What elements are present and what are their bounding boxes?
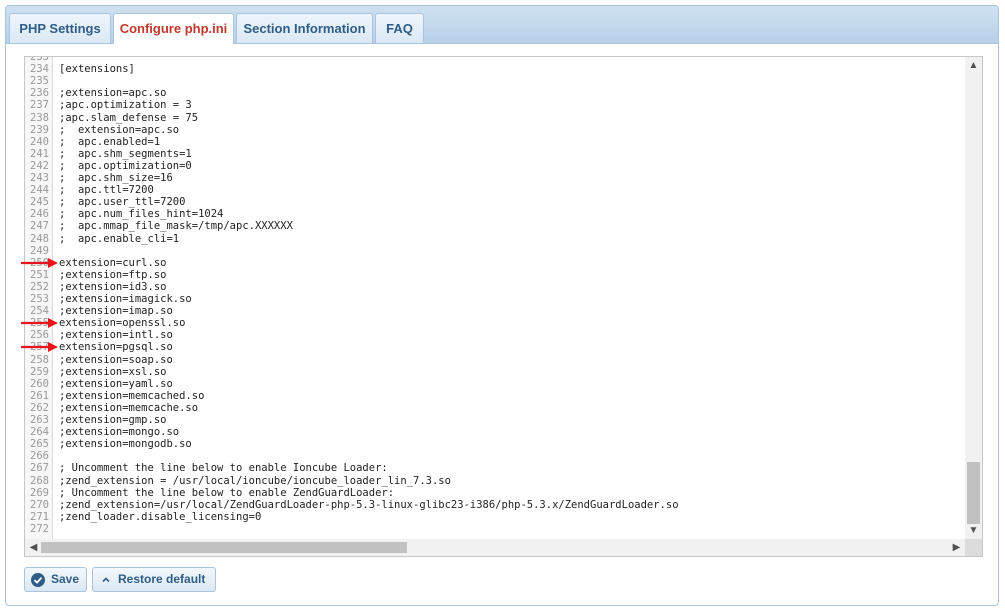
line-number: 262 xyxy=(30,401,49,414)
tab-configure-php-ini[interactable]: Configure php.ini xyxy=(113,13,234,44)
line-number: 266 xyxy=(30,450,49,463)
line-number: 233 xyxy=(30,56,49,63)
line-number: 242 xyxy=(30,159,49,172)
line-code: ;extension=memcached.so xyxy=(59,389,205,402)
line-code: ; apc.ttl=7200 xyxy=(59,184,154,197)
line-code: ; extension=apc.so xyxy=(59,123,180,136)
vertical-scroll-thumb[interactable] xyxy=(967,462,980,524)
scroll-up-icon[interactable]: ▲ xyxy=(965,57,982,74)
line-number: 258 xyxy=(30,353,49,366)
scroll-left-icon[interactable]: ◀ xyxy=(25,539,42,556)
red-arrow-icon xyxy=(21,318,58,328)
line-code: ;extension=xsl.so xyxy=(59,365,167,378)
line-code: ;extension=soap.so xyxy=(59,353,173,366)
save-button-label: Save xyxy=(51,572,80,586)
red-arrow-icon xyxy=(21,258,58,268)
save-button[interactable]: Save xyxy=(24,567,87,592)
line-number: 252 xyxy=(30,280,49,293)
line-code: ; apc.enabled=1 xyxy=(59,135,161,148)
vertical-scrollbar[interactable]: ▲ ▼ xyxy=(965,57,982,539)
line-code: ; apc.enable_cli=1 xyxy=(59,232,180,245)
line-code: ;extension=intl.so xyxy=(59,329,173,342)
line-number: 236 xyxy=(30,87,49,100)
horizontal-scrollbar[interactable]: ◀ ▶ xyxy=(25,539,965,556)
line-number: 243 xyxy=(30,172,49,184)
line-number: 240 xyxy=(30,135,49,148)
line-number: 253 xyxy=(30,293,49,305)
chevron-up-icon xyxy=(102,577,110,583)
line-number: 264 xyxy=(30,426,49,439)
line-number: 249 xyxy=(30,244,49,257)
line-number: 267 xyxy=(30,462,49,475)
horizontal-scroll-thumb[interactable] xyxy=(41,542,407,553)
tab-php-settings[interactable]: PHP Settings xyxy=(9,13,111,43)
line-code: ;apc.slam_defense = 75 xyxy=(59,111,199,124)
line-number: 254 xyxy=(30,305,49,318)
line-number: 260 xyxy=(30,377,49,390)
tab-faq[interactable]: FAQ xyxy=(375,13,424,43)
php-config-panel: PHP Settings Configure php.ini Section I… xyxy=(5,5,999,606)
line-code: extension=curl.so xyxy=(59,256,167,269)
restore-default-button[interactable]: Restore default xyxy=(92,567,216,592)
line-code: ; Uncomment the line below to enable Ion… xyxy=(59,462,388,475)
line-code: ;extension=mongodb.so xyxy=(59,438,192,451)
line-number: 261 xyxy=(30,389,49,402)
restore-default-button-label: Restore default xyxy=(118,572,206,586)
line-code: ;extension=apc.so xyxy=(59,87,167,100)
scrollbar-corner xyxy=(965,539,982,556)
line-code: ; Uncomment the line below to enable Zen… xyxy=(59,486,395,499)
line-number: 270 xyxy=(30,498,49,511)
line-number: 263 xyxy=(30,414,49,426)
line-code: ;extension=gmp.so xyxy=(59,414,167,426)
line-number: 235 xyxy=(30,75,49,88)
line-number: 271 xyxy=(30,510,49,523)
scroll-right-icon[interactable]: ▶ xyxy=(948,539,965,556)
line-code: ; apc.num_files_hint=1024 xyxy=(59,208,224,221)
line-code: ;zend_extension=/usr/local/ZendGuardLoad… xyxy=(59,498,679,511)
line-number: 268 xyxy=(30,474,49,487)
line-code: [extensions] xyxy=(59,63,135,76)
line-number: 239 xyxy=(30,123,49,136)
line-number: 256 xyxy=(30,329,49,342)
line-code: ;extension=imap.so xyxy=(59,305,173,318)
line-number: 251 xyxy=(30,268,49,281)
line-code: ;zend_extension = /usr/local/ioncube/ion… xyxy=(59,474,451,487)
line-code: ;extension=ftp.so xyxy=(59,268,167,281)
line-number: 237 xyxy=(30,99,49,112)
line-number: 269 xyxy=(30,486,49,499)
line-number: 245 xyxy=(30,196,49,209)
line-code: ; apc.mmap_file_mask=/tmp/apc.XXXXXX xyxy=(59,220,293,233)
line-number: 241 xyxy=(30,147,49,160)
line-code: ; apc.user_ttl=7200 xyxy=(59,196,186,209)
line-number: 244 xyxy=(30,184,49,197)
red-arrow-icon xyxy=(21,342,58,352)
line-number: 272 xyxy=(30,522,49,535)
line-code: ;extension=id3.so xyxy=(59,280,167,293)
line-number: 234 xyxy=(30,63,49,76)
line-code: ; apc.shm_segments=1 xyxy=(59,147,192,160)
line-code: ;extension=memcache.so xyxy=(59,401,199,414)
check-circle-icon xyxy=(31,573,45,587)
tab-section-information[interactable]: Section Information xyxy=(236,13,373,43)
line-number: 248 xyxy=(30,232,49,245)
scroll-down-icon[interactable]: ▼ xyxy=(965,522,982,539)
line-code: extension=pgsql.so xyxy=(59,341,173,354)
tab-bar: PHP Settings Configure php.ini Section I… xyxy=(6,6,998,44)
line-code: ;extension=imagick.so xyxy=(59,293,192,305)
line-number: 259 xyxy=(30,365,49,378)
line-code: extension=openssl.so xyxy=(59,317,186,330)
php-ini-editor[interactable]: 233 234 [extensions] 235 236 ;extension=apc.s… xyxy=(24,56,983,557)
line-code: ;apc.optimization = 3 xyxy=(59,99,192,112)
line-number: 246 xyxy=(30,208,49,221)
line-code: ;extension=yaml.so xyxy=(59,377,173,390)
line-code: ; apc.optimization=0 xyxy=(59,159,192,172)
line-number: 238 xyxy=(30,111,49,124)
line-number: 265 xyxy=(30,438,49,451)
line-code: ; apc.shm_size=16 xyxy=(59,172,173,184)
line-code: ;zend_loader.disable_licensing=0 xyxy=(59,510,262,523)
line-number: 247 xyxy=(30,220,49,233)
line-code: ;extension=mongo.so xyxy=(59,426,180,439)
